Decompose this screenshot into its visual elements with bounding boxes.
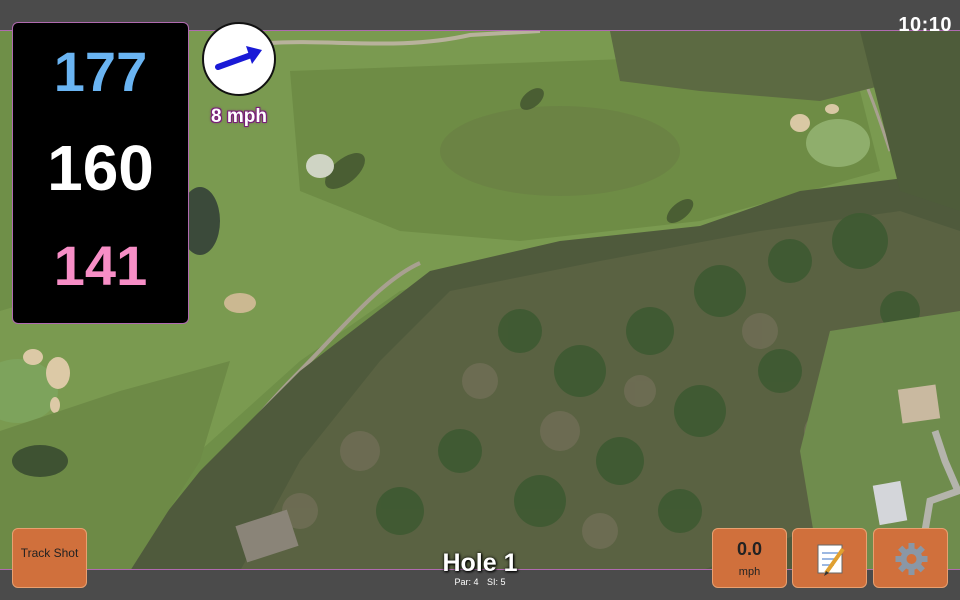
speed-button[interactable]: 0.0 mph [712,528,787,588]
hole-title: Hole 1 [442,549,518,577]
speed-value: 0.0 [736,539,763,559]
status-clock: 10:10 [898,14,952,36]
hole-info: Par: 4 SI: 5 [380,577,580,587]
track-shot-label: Track Shot [20,546,79,560]
wind-speed-label: 8 mph [211,106,267,127]
distance-front: 141 [53,234,148,297]
hole-par: Par: 4 [454,577,479,587]
distance-middle: 160 [47,132,154,204]
speed-unit: mph [738,566,761,578]
distance-back: 177 [53,40,148,103]
distance-panel: 177 160 141 [12,22,189,324]
wind-indicator[interactable] [202,22,276,96]
hole-stroke-index: SI: 5 [487,577,506,587]
notepad-icon [817,544,845,576]
notes-button[interactable] [792,528,867,588]
wind-arrow-icon [215,46,262,70]
track-shot-button[interactable]: Track Shot [12,528,87,588]
gear-icon [895,543,928,575]
settings-button[interactable] [873,528,948,588]
